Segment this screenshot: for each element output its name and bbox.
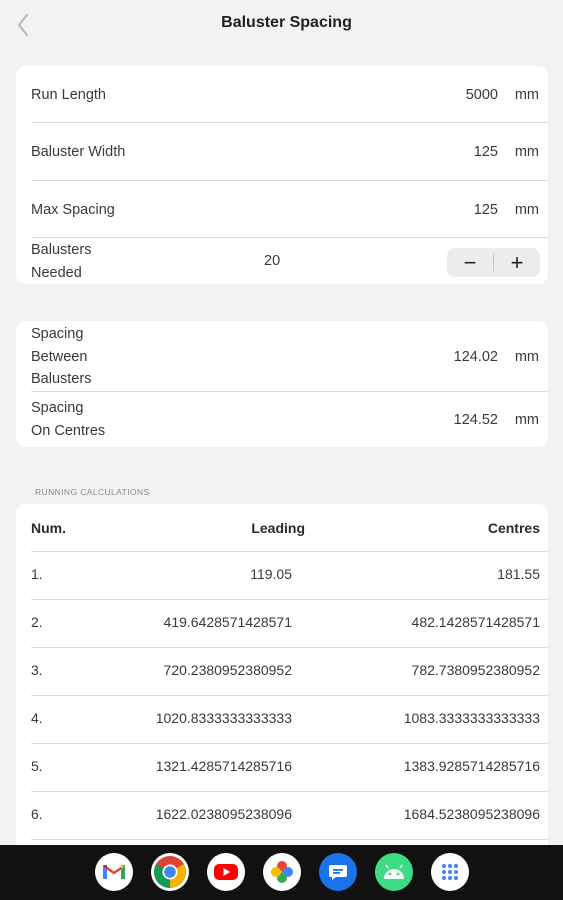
messages-icon[interactable]: [319, 853, 357, 891]
taskbar: [0, 845, 563, 900]
balusters-stepper[interactable]: − +: [447, 248, 540, 277]
page-title: Baluster Spacing: [221, 14, 352, 31]
table-row: 4. 1020.8333333333333 1083.3333333333333: [16, 695, 548, 743]
chrome-icon[interactable]: [151, 853, 189, 891]
row-divider: [31, 839, 548, 840]
row-leading: 1622.0238095238096: [155, 806, 292, 822]
table-row: 6. 1622.0238095238096 1684.5238095238096: [16, 791, 548, 839]
spacing-centres-row: Spacing On Centres 124.52 mm: [16, 392, 548, 447]
baluster-width-row[interactable]: Baluster Width 125 mm: [16, 123, 548, 180]
max-spacing-label: Max Spacing: [31, 202, 115, 218]
baluster-width-unit: mm: [514, 144, 539, 160]
photos-icon[interactable]: [263, 853, 301, 891]
spacing-between-unit: mm: [514, 349, 539, 365]
row-num: 2.: [31, 614, 43, 630]
spacing-between-row: Spacing Between Balusters 124.02 mm: [16, 321, 548, 391]
inputs-card: Run Length 5000 mm Baluster Width 125 mm…: [16, 66, 548, 284]
row-centres: 181.55: [497, 566, 540, 582]
section-header: RUNNING CALCULATIONS: [35, 487, 150, 497]
row-leading: 720.2380952380952: [163, 662, 292, 678]
spacing-centres-label-line2: On Centres: [31, 422, 106, 439]
baluster-width-label: Baluster Width: [31, 144, 126, 160]
balusters-needed-value: 20: [264, 253, 281, 269]
row-num: 4.: [31, 710, 43, 726]
balusters-needed-label-line2: Needed: [31, 264, 82, 281]
row-divider: [31, 695, 548, 696]
row-leading: 1321.4285714285716: [155, 758, 292, 774]
app-drawer-icon[interactable]: [431, 853, 469, 891]
row-num: 3.: [31, 662, 43, 678]
row-centres: 482.1428571428571: [411, 614, 540, 630]
row-leading: 119.05: [250, 566, 292, 582]
spacing-between-label-line1: Spacing: [31, 326, 84, 342]
run-length-unit: mm: [514, 87, 539, 103]
row-leading: 1020.8333333333333: [155, 710, 292, 726]
spacing-centres-label-line1: Spacing: [31, 400, 84, 416]
baluster-width-value[interactable]: 125: [474, 144, 498, 160]
max-spacing-row[interactable]: Max Spacing 125 mm: [16, 181, 548, 237]
row-divider: [31, 791, 548, 792]
spacing-centres-value: 124.52: [453, 412, 498, 428]
spacing-between-value: 124.02: [453, 349, 498, 365]
header-leading: Leading: [251, 520, 305, 536]
row-divider: [31, 551, 548, 552]
max-spacing-value[interactable]: 125: [474, 202, 498, 218]
balusters-needed-label-line1: Balusters: [31, 242, 92, 258]
spacing-centres-unit: mm: [514, 412, 539, 428]
app-dock: [95, 852, 475, 894]
row-divider: [31, 743, 548, 744]
row-centres: 1383.9285714285716: [403, 758, 540, 774]
row-leading: 419.6428571428571: [163, 614, 292, 630]
table-row: 3. 720.2380952380952 782.7380952380952: [16, 647, 548, 695]
table-row: 1. 119.05 181.55: [16, 551, 548, 599]
run-length-row[interactable]: Run Length 5000 mm: [16, 66, 548, 123]
spacing-between-label: Spacing Between Balusters: [31, 323, 91, 391]
balusters-needed-label: Balusters Needed: [31, 239, 91, 284]
spacing-between-label-line2: Between: [31, 348, 88, 365]
row-centres: 782.7380952380952: [411, 662, 540, 678]
row-divider: [31, 599, 548, 600]
row-num: 5.: [31, 758, 43, 774]
spacing-between-label-line3: Balusters: [31, 371, 92, 387]
spacing-centres-label: Spacing On Centres: [31, 397, 105, 442]
balusters-needed-row: Balusters Needed 20 − +: [16, 238, 548, 284]
table-row: 5. 1321.4285714285716 1383.9285714285716: [16, 743, 548, 791]
gmail-icon[interactable]: [95, 853, 133, 891]
run-length-label: Run Length: [31, 87, 106, 103]
row-centres: 1083.3333333333333: [403, 710, 540, 726]
max-spacing-unit: mm: [514, 202, 539, 218]
row-centres: 1684.5238095238096: [403, 806, 540, 822]
table-row: 2. 419.6428571428571 482.1428571428571: [16, 599, 548, 647]
results-card: Spacing Between Balusters 124.02 mm Spac…: [16, 321, 548, 447]
android-icon[interactable]: [375, 853, 413, 891]
decrement-button[interactable]: −: [447, 248, 493, 277]
increment-button[interactable]: +: [494, 248, 540, 277]
run-length-value[interactable]: 5000: [466, 87, 498, 103]
row-num: 1.: [31, 566, 43, 582]
running-calculations-table: Num. Leading Centres 1. 119.05 181.55 2.…: [16, 504, 548, 849]
row-divider: [31, 647, 548, 648]
youtube-icon[interactable]: [207, 853, 245, 891]
top-bar: Baluster Spacing: [0, 0, 563, 50]
header-centres: Centres: [487, 520, 540, 536]
header-num: Num.: [31, 520, 66, 536]
row-num: 6.: [31, 806, 43, 822]
